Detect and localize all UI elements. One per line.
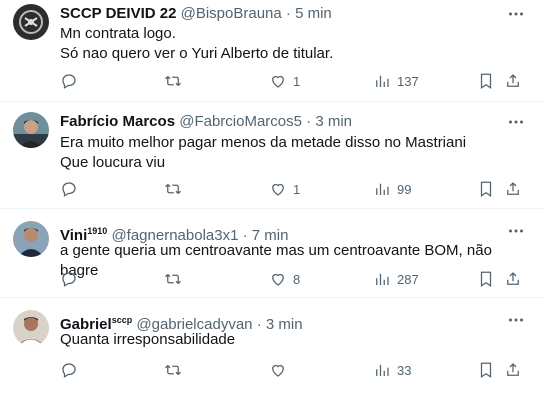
avatar[interactable] bbox=[13, 112, 49, 148]
reply-button[interactable] bbox=[60, 179, 84, 199]
share-button[interactable] bbox=[504, 360, 522, 380]
reply-button[interactable] bbox=[60, 360, 84, 380]
bookmark-icon bbox=[480, 73, 492, 89]
share-button[interactable] bbox=[504, 71, 522, 91]
tweet-text-line: Só nao quero ver o Yuri Alberto de titul… bbox=[60, 45, 334, 62]
author-name[interactable]: SCCP DEIVID 22 bbox=[60, 5, 176, 22]
retweet-button[interactable] bbox=[164, 269, 188, 289]
heart-icon bbox=[272, 364, 284, 377]
tweet-text: Quanta irresponsabilidade bbox=[60, 330, 524, 350]
bookmark-button[interactable] bbox=[477, 179, 495, 199]
more-horizontal-icon bbox=[509, 229, 523, 233]
like-count: 8 bbox=[293, 271, 301, 287]
heart-icon bbox=[272, 273, 284, 286]
retweet-arrows-icon bbox=[165, 184, 181, 194]
action-bar: 8 287 bbox=[56, 269, 526, 289]
like-count: 1 bbox=[293, 73, 301, 89]
more-horizontal-icon bbox=[509, 120, 523, 124]
tweet-3[interactable]: Vini1910 @fagnernabola3x1 · 7 min a gent… bbox=[0, 209, 544, 298]
views-bar-chart-icon bbox=[376, 364, 389, 376]
views-count: 137 bbox=[397, 73, 419, 89]
action-bar: 1 99 bbox=[56, 179, 526, 199]
retweet-arrows-icon bbox=[165, 365, 181, 375]
heart-icon bbox=[272, 183, 284, 196]
tweet-text-line: Mn contrata logo. bbox=[60, 25, 176, 42]
author-handle[interactable]: @BispoBrauna bbox=[181, 5, 282, 22]
views-bar-chart-icon bbox=[376, 183, 389, 195]
retweet-arrows-icon bbox=[165, 76, 181, 86]
share-upload-icon bbox=[507, 74, 519, 87]
separator-dot: · bbox=[306, 113, 312, 130]
reply-bubble-icon bbox=[62, 363, 76, 378]
bookmark-icon bbox=[480, 181, 492, 197]
like-button[interactable] bbox=[269, 360, 293, 380]
share-upload-icon bbox=[507, 363, 519, 376]
bookmark-button[interactable] bbox=[477, 360, 495, 380]
tweet-text-line: Quanta irresponsabilidade bbox=[60, 331, 236, 348]
reply-bubble-icon bbox=[62, 74, 76, 89]
retweet-button[interactable] bbox=[164, 179, 188, 199]
share-button[interactable] bbox=[504, 179, 522, 199]
share-button[interactable] bbox=[504, 269, 522, 289]
like-button[interactable]: 1 bbox=[269, 71, 300, 91]
views-count: 99 bbox=[397, 181, 412, 197]
tweet-text: Mn contrata logo. Só nao quero ver o Yur… bbox=[60, 24, 524, 64]
views-button[interactable]: 99 bbox=[373, 179, 411, 199]
more-options-button[interactable] bbox=[506, 310, 526, 330]
like-count: 1 bbox=[293, 181, 301, 197]
reply-bubble-icon bbox=[62, 182, 76, 197]
action-bar: 1 137 bbox=[56, 71, 526, 91]
separator-dot: · bbox=[285, 5, 291, 22]
views-count: 287 bbox=[397, 271, 419, 287]
share-upload-icon bbox=[507, 272, 519, 285]
views-button[interactable]: 137 bbox=[373, 71, 419, 91]
views-button[interactable]: 287 bbox=[373, 269, 419, 289]
bookmark-icon bbox=[480, 362, 492, 378]
bookmark-icon bbox=[480, 271, 492, 287]
bookmark-button[interactable] bbox=[477, 269, 495, 289]
reply-button[interactable] bbox=[60, 269, 84, 289]
share-upload-icon bbox=[507, 182, 519, 195]
retweet-arrows-icon bbox=[165, 274, 181, 284]
tweet-text-line: Era muito melhor pagar menos da metade d… bbox=[60, 134, 467, 151]
retweet-button[interactable] bbox=[164, 360, 188, 380]
retweet-button[interactable] bbox=[164, 71, 188, 91]
reply-button[interactable] bbox=[60, 71, 84, 91]
author-name-suffix: 1910 bbox=[87, 226, 108, 236]
views-count: 33 bbox=[397, 362, 412, 378]
author-handle[interactable]: @FabrcioMarcos5 bbox=[179, 113, 302, 130]
more-options-button[interactable] bbox=[506, 4, 526, 24]
more-options-button[interactable] bbox=[506, 112, 526, 132]
reply-feed: SCCP DEIVID 22 @BispoBrauna · 5 min Mn c… bbox=[0, 0, 544, 402]
timestamp[interactable]: 3 min bbox=[315, 113, 352, 130]
tweet-text: Era muito melhor pagar menos da metade d… bbox=[60, 133, 524, 173]
tweet-4[interactable]: Gabrielsccp @gabrielcadyvan · 3 min Quan… bbox=[0, 298, 544, 402]
tweet-1[interactable]: SCCP DEIVID 22 @BispoBrauna · 5 min Mn c… bbox=[0, 0, 544, 102]
tweet-2[interactable]: Fabrício Marcos @FabrcioMarcos5 · 3 min … bbox=[0, 102, 544, 209]
views-bar-chart-icon bbox=[376, 75, 389, 87]
avatar[interactable] bbox=[13, 310, 49, 346]
author-name-suffix: sccp bbox=[111, 315, 133, 325]
more-horizontal-icon bbox=[509, 12, 523, 16]
more-horizontal-icon bbox=[509, 318, 523, 322]
author-name[interactable]: Fabrício Marcos bbox=[60, 113, 175, 130]
action-bar: 33 bbox=[56, 360, 526, 380]
bookmark-button[interactable] bbox=[477, 71, 495, 91]
like-button[interactable]: 8 bbox=[269, 269, 300, 289]
like-button[interactable]: 1 bbox=[269, 179, 300, 199]
more-options-button[interactable] bbox=[506, 221, 526, 241]
avatar[interactable] bbox=[13, 4, 49, 40]
heart-icon bbox=[272, 75, 284, 88]
views-bar-chart-icon bbox=[376, 273, 389, 285]
tweet-text-line: Que loucura viu bbox=[60, 154, 166, 171]
reply-bubble-icon bbox=[62, 272, 76, 287]
views-button[interactable]: 33 bbox=[373, 360, 411, 380]
avatar[interactable] bbox=[13, 221, 49, 257]
timestamp[interactable]: 5 min bbox=[295, 5, 332, 22]
